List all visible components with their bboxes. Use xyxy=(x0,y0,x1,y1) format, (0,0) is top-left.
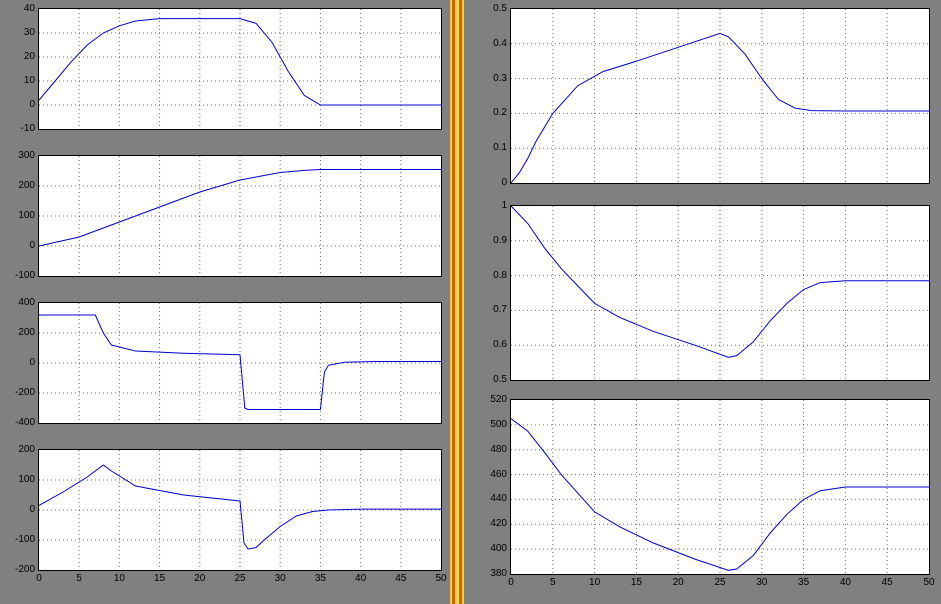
ytick-label: -200 xyxy=(5,387,35,398)
xtick-label: 30 xyxy=(268,573,292,584)
xtick-label: 15 xyxy=(148,573,172,584)
ytick-label: 0.2 xyxy=(477,107,507,118)
axes-R1: 00.10.20.30.40.5 xyxy=(510,8,930,184)
xtick-label: 20 xyxy=(666,577,690,588)
ytick-label: 0 xyxy=(5,240,35,251)
axes-L2: -1000100200300 xyxy=(38,155,442,277)
ytick-label: 300 xyxy=(5,150,35,161)
xtick-label: 0 xyxy=(27,573,51,584)
axes-L3: -400-2000200400 xyxy=(38,302,442,424)
ytick-label: -100 xyxy=(5,534,35,545)
ytick-label: 0.5 xyxy=(477,374,507,385)
xtick-label: 15 xyxy=(624,577,648,588)
ytick-label: 500 xyxy=(477,419,507,430)
xtick-label: 35 xyxy=(308,573,332,584)
ytick-label: 20 xyxy=(5,51,35,62)
ytick-label: 400 xyxy=(5,297,35,308)
pane-divider xyxy=(450,0,464,604)
xtick-label: 40 xyxy=(833,577,857,588)
ytick-label: 0.1 xyxy=(477,142,507,153)
axes-L4: -200-100010020005101520253035404550 xyxy=(38,449,442,571)
right-pane: 00.10.20.30.40.50.50.60.70.80.9138040042… xyxy=(464,0,941,604)
ytick-label: 1 xyxy=(477,200,507,211)
ytick-label: 0 xyxy=(5,357,35,368)
ytick-label: 10 xyxy=(5,75,35,86)
series-R3 xyxy=(511,419,929,571)
ytick-label: 0.3 xyxy=(477,73,507,84)
ytick-label: -10 xyxy=(5,123,35,134)
xtick-label: 45 xyxy=(875,577,899,588)
xtick-label: 35 xyxy=(792,577,816,588)
xtick-label: 10 xyxy=(583,577,607,588)
ytick-label: 30 xyxy=(5,27,35,38)
xtick-label: 0 xyxy=(499,577,523,588)
xtick-label: 50 xyxy=(917,577,941,588)
ytick-label: 0.4 xyxy=(477,38,507,49)
ytick-label: 0 xyxy=(5,504,35,515)
axes-L1: -10010203040 xyxy=(38,8,442,130)
ytick-label: -400 xyxy=(5,417,35,428)
xtick-label: 30 xyxy=(750,577,774,588)
ytick-label: 480 xyxy=(477,444,507,455)
ytick-label: 400 xyxy=(477,543,507,554)
ytick-label: 200 xyxy=(5,327,35,338)
ytick-label: 0.6 xyxy=(477,339,507,350)
ytick-label: -100 xyxy=(5,270,35,281)
ytick-label: 0.7 xyxy=(477,304,507,315)
ytick-label: 420 xyxy=(477,518,507,529)
xtick-label: 25 xyxy=(228,573,252,584)
xtick-label: 20 xyxy=(188,573,212,584)
axes-R3: 3804004204404604805005200510152025303540… xyxy=(510,399,930,575)
ytick-label: 100 xyxy=(5,474,35,485)
ytick-label: 100 xyxy=(5,210,35,221)
ytick-label: 0 xyxy=(477,177,507,188)
xtick-label: 45 xyxy=(389,573,413,584)
ytick-label: 440 xyxy=(477,493,507,504)
xtick-label: 10 xyxy=(107,573,131,584)
series-R1 xyxy=(511,33,929,183)
ytick-label: 200 xyxy=(5,180,35,191)
axes-R2: 0.50.60.70.80.91 xyxy=(510,205,930,381)
ytick-label: 460 xyxy=(477,469,507,480)
ytick-label: 200 xyxy=(5,444,35,455)
ytick-label: 40 xyxy=(5,3,35,14)
ytick-label: 0.9 xyxy=(477,235,507,246)
xtick-label: 5 xyxy=(67,573,91,584)
ytick-label: 0.5 xyxy=(477,3,507,14)
xtick-label: 5 xyxy=(541,577,565,588)
xtick-label: 25 xyxy=(708,577,732,588)
ytick-label: 0 xyxy=(5,99,35,110)
ytick-label: 520 xyxy=(477,394,507,405)
ytick-label: 0.8 xyxy=(477,270,507,281)
xtick-label: 40 xyxy=(349,573,373,584)
left-pane: -10010203040-1000100200300-400-200020040… xyxy=(0,0,450,604)
